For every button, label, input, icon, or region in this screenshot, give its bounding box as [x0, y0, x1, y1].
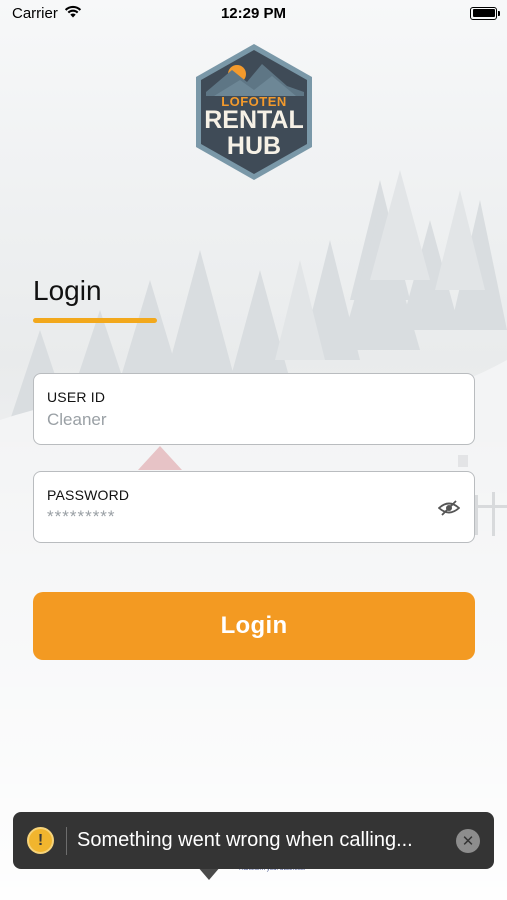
warning-icon: !: [27, 827, 54, 854]
password-input[interactable]: *********: [47, 507, 461, 527]
password-field[interactable]: PASSWORD *********: [33, 471, 475, 543]
app-logo: LOFOTEN RENTAL HUB: [192, 42, 316, 182]
logo-line2: RENTAL: [204, 106, 304, 134]
login-button[interactable]: Login: [33, 592, 475, 660]
status-bar: Carrier 12:29 PM: [0, 0, 507, 26]
error-toast: ! Something went wrong when calling... ✕: [13, 812, 494, 869]
user-id-field[interactable]: USER ID Cleaner: [33, 373, 475, 445]
status-bar-left: Carrier: [12, 5, 82, 22]
heading-underline: [33, 318, 157, 323]
toast-divider: [66, 826, 67, 855]
user-id-input[interactable]: Cleaner: [47, 410, 427, 430]
password-label: PASSWORD: [47, 487, 130, 503]
wifi-icon: [64, 5, 82, 22]
carrier-label: Carrier: [12, 4, 58, 22]
close-icon[interactable]: ✕: [456, 828, 480, 853]
user-id-label: USER ID: [47, 389, 106, 405]
eye-slash-icon[interactable]: [437, 499, 461, 517]
toast-message: Something went wrong when calling...: [77, 829, 413, 851]
login-heading: Login: [33, 275, 102, 306]
logo-line3: HUB: [226, 132, 282, 160]
battery-icon: [470, 6, 500, 20]
